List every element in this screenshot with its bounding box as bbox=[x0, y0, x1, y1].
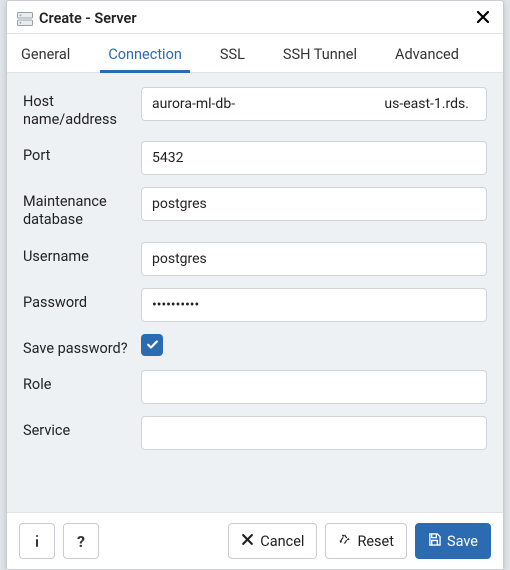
username-input[interactable] bbox=[141, 242, 487, 276]
row-save-password: Save password? bbox=[23, 334, 487, 358]
dialog-body: Host name/address Port Maintenance datab… bbox=[7, 73, 503, 512]
tabs: General Connection SSL SSH Tunnel Advanc… bbox=[7, 34, 503, 73]
label-service: Service bbox=[23, 416, 141, 440]
help-icon: ? bbox=[77, 532, 85, 551]
help-button[interactable]: ? bbox=[63, 523, 99, 559]
close-icon bbox=[241, 533, 254, 550]
save-button-label: Save bbox=[447, 533, 478, 550]
tab-general[interactable]: General bbox=[11, 38, 80, 72]
label-maintenance: Maintenance database bbox=[23, 187, 141, 229]
label-host: Host name/address bbox=[23, 87, 141, 129]
port-input[interactable] bbox=[141, 141, 487, 175]
tab-ssl[interactable]: SSL bbox=[210, 38, 255, 72]
save-button[interactable]: Save bbox=[415, 523, 491, 559]
role-input[interactable] bbox=[141, 370, 487, 404]
create-server-dialog: Create - Server General Connection SSL S… bbox=[6, 0, 504, 570]
dialog-title: Create - Server bbox=[39, 10, 473, 27]
row-role: Role bbox=[23, 370, 487, 404]
password-input[interactable] bbox=[141, 288, 487, 322]
label-role: Role bbox=[23, 370, 141, 394]
reset-button[interactable]: Reset bbox=[325, 523, 407, 559]
close-icon[interactable] bbox=[473, 9, 493, 27]
server-icon bbox=[17, 11, 33, 25]
save-password-checkbox[interactable] bbox=[141, 334, 163, 356]
reset-button-label: Reset bbox=[357, 533, 394, 550]
info-button[interactable] bbox=[19, 523, 55, 559]
label-save-password: Save password? bbox=[23, 334, 141, 358]
label-password: Password bbox=[23, 288, 141, 312]
tab-ssh-tunnel[interactable]: SSH Tunnel bbox=[273, 38, 367, 72]
cancel-button-label: Cancel bbox=[260, 533, 304, 550]
tab-connection[interactable]: Connection bbox=[98, 38, 192, 72]
row-maintenance: Maintenance database bbox=[23, 187, 487, 229]
cancel-button[interactable]: Cancel bbox=[228, 523, 317, 559]
tab-advanced[interactable]: Advanced bbox=[385, 38, 469, 72]
row-host: Host name/address bbox=[23, 87, 487, 129]
row-port: Port bbox=[23, 141, 487, 175]
dialog-titlebar: Create - Server bbox=[7, 1, 503, 34]
service-input[interactable] bbox=[141, 416, 487, 450]
maintenance-db-input[interactable] bbox=[141, 187, 487, 221]
row-password: Password bbox=[23, 288, 487, 322]
label-port: Port bbox=[23, 141, 141, 165]
label-username: Username bbox=[23, 242, 141, 266]
dialog-footer: ? Cancel Reset Save bbox=[7, 512, 503, 569]
save-icon bbox=[428, 533, 441, 550]
host-input[interactable] bbox=[141, 87, 487, 121]
recycle-icon bbox=[338, 533, 351, 550]
row-username: Username bbox=[23, 242, 487, 276]
row-service: Service bbox=[23, 416, 487, 450]
